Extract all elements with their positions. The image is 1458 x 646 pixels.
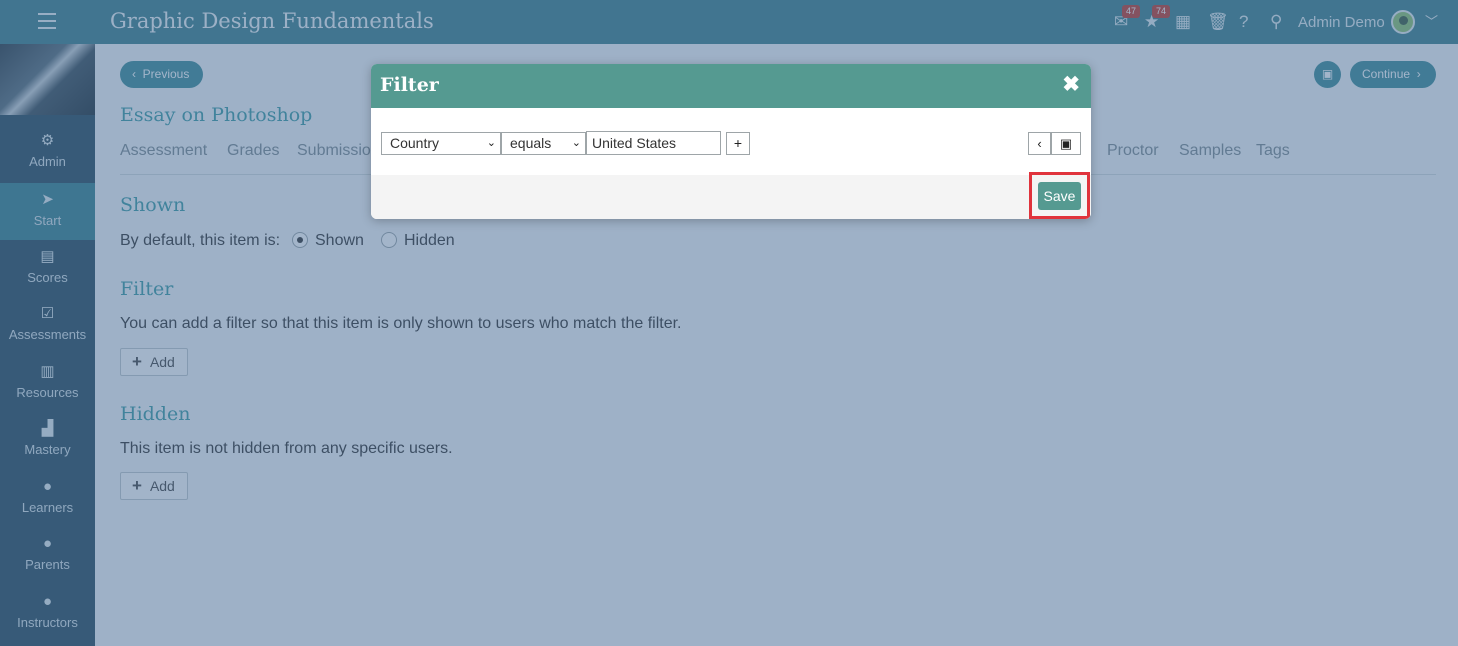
dialog-footer: Save bbox=[371, 172, 1091, 219]
floppy-save-icon[interactable]: ▣ bbox=[1051, 132, 1081, 155]
close-icon[interactable]: ✖ bbox=[1062, 73, 1080, 97]
filter-field-select[interactable]: Country ⌄ bbox=[381, 132, 501, 155]
save-button[interactable]: Save bbox=[1038, 182, 1081, 210]
dialog-body: Country ⌄ equals ⌄ United States + ‹ ▣ bbox=[371, 108, 1091, 175]
filter-operator-select[interactable]: equals ⌄ bbox=[501, 132, 586, 155]
filter-value-input[interactable]: United States bbox=[586, 131, 721, 155]
chevron-left-icon[interactable]: ‹ bbox=[1028, 132, 1051, 155]
field-select-value: Country bbox=[390, 135, 440, 151]
dialog-header: Filter ✖ bbox=[371, 64, 1091, 108]
chevron-down-icon: ⌄ bbox=[486, 137, 496, 149]
dialog-title: Filter bbox=[380, 74, 439, 96]
add-condition-button[interactable]: + bbox=[726, 132, 750, 155]
operator-select-value: equals bbox=[510, 135, 552, 151]
filter-dialog: Filter ✖ Country ⌄ equals ⌄ United States … bbox=[371, 64, 1091, 219]
chevron-down-icon: ⌄ bbox=[571, 137, 581, 149]
